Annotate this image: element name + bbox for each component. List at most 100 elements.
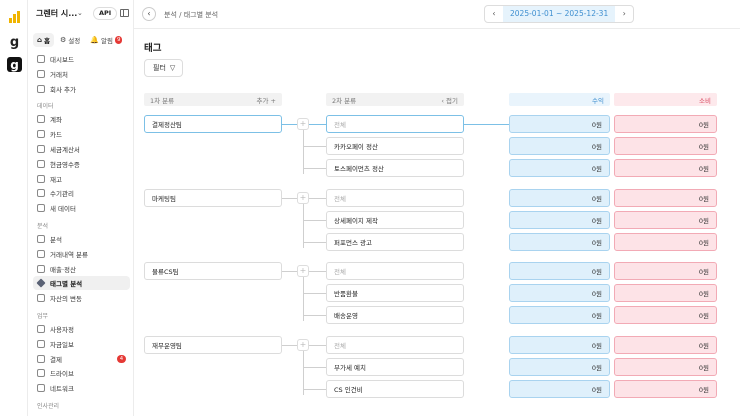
sidebar-tab-0[interactable]: ⌂ 홈 xyxy=(33,33,54,47)
income-value: 0원 xyxy=(509,380,610,398)
sidebar-item-0-6[interactable]: 새 데이터 xyxy=(33,201,130,215)
sidebar-item-2-3[interactable]: 드라이브 xyxy=(33,366,130,380)
card-icon xyxy=(37,130,45,139)
cat1-cell[interactable]: 재무운영팀 xyxy=(144,336,282,354)
notification-badge: 9 xyxy=(114,36,123,44)
expense-value: 0원 xyxy=(614,211,717,229)
sidebar-tab-2[interactable]: 🔔 알림 9 xyxy=(86,33,126,47)
add-cat2-button[interactable]: + xyxy=(297,265,309,277)
sidebar-tab-1[interactable]: ⚙ 설정 xyxy=(56,33,84,47)
income-value: 0원 xyxy=(509,211,610,229)
manual-icon xyxy=(37,189,45,198)
expense-value: 0원 xyxy=(614,159,717,177)
expense-value: 0원 xyxy=(614,336,717,354)
sidebar-item-1-4[interactable]: 자산의 변동 xyxy=(33,291,130,305)
connector-line xyxy=(303,168,326,169)
sidebar-item-0-2[interactable]: 세금계산서 xyxy=(33,142,130,156)
sidebar-item-1-2[interactable]: 매출·정산 xyxy=(33,262,130,276)
header-cat1-label: 1차 분류 xyxy=(150,96,175,105)
workspace-g-icon[interactable]: g xyxy=(7,35,22,50)
cat1-cell[interactable]: 결제정산팀 xyxy=(144,115,282,133)
cat2-cell[interactable]: 전체 xyxy=(326,189,464,207)
income-value: 0원 xyxy=(509,115,610,133)
sidebar-item-0-5[interactable]: 수기관리 xyxy=(33,186,130,200)
box-icon xyxy=(37,174,45,183)
network-icon xyxy=(37,384,45,393)
sidebar-item-1-3[interactable]: 태그별 분석 xyxy=(33,276,130,291)
workspace-g-dark-icon[interactable]: g xyxy=(7,57,22,72)
cat2-cell[interactable]: 전체 xyxy=(326,336,464,354)
gear-icon: ⚙ xyxy=(60,36,67,44)
add-cat2-button[interactable]: + xyxy=(297,118,309,130)
next-period-button[interactable]: › xyxy=(615,6,633,22)
collapse-button[interactable]: ‹ 접기 xyxy=(441,95,458,105)
sidebar-item-label: 거래처 xyxy=(50,70,68,79)
income-value: 0원 xyxy=(509,137,610,155)
income-value: 0원 xyxy=(509,262,610,280)
chart-logo-icon[interactable] xyxy=(7,9,22,24)
workspace-name[interactable]: 그렌터 시... xyxy=(36,8,77,19)
sidebar-top-tabs: ⌂ 홈 ⚙ 설정 🔔 알림 9 xyxy=(33,33,126,47)
income-value: 0원 xyxy=(509,306,610,324)
header-cat2-label: 2차 분류 xyxy=(332,96,357,105)
cat2-cell[interactable]: CS 인건비 xyxy=(326,380,464,398)
sidebar-item-0-0[interactable]: 계좌 xyxy=(33,112,130,126)
cat1-cell[interactable]: 물류CS팀 xyxy=(144,262,282,280)
sidebar-item-0-3[interactable]: 현금영수증 xyxy=(33,157,130,171)
add-cat2-button[interactable]: + xyxy=(297,339,309,351)
sidebar-item-top-1[interactable]: 거래처 xyxy=(33,67,130,81)
sidebar-item-label: 자산의 변동 xyxy=(50,295,82,304)
sidebar-item-1-0[interactable]: 분석 xyxy=(33,232,130,246)
cat2-cell[interactable]: 카카오페이 정산 xyxy=(326,137,464,155)
chevron-down-icon[interactable]: ⌄ xyxy=(77,9,83,17)
add-cat1-button[interactable]: 추가 + xyxy=(257,95,276,105)
sidebar-item-top-2[interactable]: 회사 추가 xyxy=(33,82,130,96)
sidebar-item-0-1[interactable]: 카드 xyxy=(33,127,130,141)
analysis-icon xyxy=(37,235,45,243)
prev-period-button[interactable]: ‹ xyxy=(485,6,503,22)
sidebar-item-2-2[interactable]: 결제 4 xyxy=(33,352,130,366)
add-cat2-button[interactable]: + xyxy=(297,192,309,204)
sidebar-section-title: 데이터 xyxy=(37,103,54,111)
sidebar-toggle-icon[interactable] xyxy=(120,9,129,17)
sidebar-item-label: 드라이브 xyxy=(50,370,74,379)
cat2-cell[interactable]: 토스페이먼츠 정산 xyxy=(326,159,464,177)
sidebar-item-2-1[interactable]: 자금일보 xyxy=(33,337,130,351)
sidebar-item-top-0[interactable]: 대시보드 xyxy=(33,52,130,66)
expense-value: 0원 xyxy=(614,380,717,398)
sidebar-item-2-0[interactable]: 사용자정 xyxy=(33,322,130,336)
cat2-cell[interactable]: 전체 xyxy=(326,262,464,280)
dashboard-icon xyxy=(37,55,45,63)
cat2-cell[interactable]: 부가세 예치 xyxy=(326,358,464,376)
filter-label: 필터 xyxy=(153,64,166,72)
cat1-cell[interactable]: 마케팅팀 xyxy=(144,189,282,207)
payment-icon xyxy=(37,354,45,363)
back-button[interactable]: ‹ xyxy=(142,7,156,21)
date-range[interactable]: 2025-01-01 ~ 2025-12-31 xyxy=(503,6,616,22)
expense-value: 0원 xyxy=(614,284,717,302)
sidebar-item-0-4[interactable]: 재고 xyxy=(33,172,130,186)
sidebar-tab-label: 홈 xyxy=(44,37,50,45)
cat2-cell[interactable]: 전체 xyxy=(326,115,464,133)
income-value: 0원 xyxy=(509,358,610,376)
clients-icon xyxy=(37,69,45,78)
cat2-cell[interactable]: 반품환불 xyxy=(326,284,464,302)
cat2-cell[interactable]: 배송운영 xyxy=(326,306,464,324)
receipt-icon xyxy=(37,159,45,168)
tag-icon xyxy=(36,278,46,288)
sidebar-item-1-1[interactable]: 거래내역 분류 xyxy=(33,247,130,261)
filter-icon: ▽ xyxy=(169,64,176,72)
cat2-cell[interactable]: 상세페이지 제작 xyxy=(326,211,464,229)
connector-line xyxy=(464,124,509,125)
sidebar-section-title: 분석 xyxy=(37,223,49,230)
bell-icon: 🔔 xyxy=(90,36,99,44)
api-button[interactable]: API xyxy=(93,7,118,20)
sidebar-item-2-4[interactable]: 네트워크 xyxy=(33,381,130,395)
page-title: 태그 xyxy=(144,43,162,54)
filter-button[interactable]: 필터 ▽ xyxy=(144,59,183,77)
sidebar-tab-label: 설정 xyxy=(68,37,81,45)
cat2-cell[interactable]: 퍼포먼스 광고 xyxy=(326,233,464,251)
sidebar-item-label: 태그별 분석 xyxy=(50,280,83,289)
sidebar-tab-label: 알림 xyxy=(100,37,113,45)
expense-value: 0원 xyxy=(614,233,717,251)
